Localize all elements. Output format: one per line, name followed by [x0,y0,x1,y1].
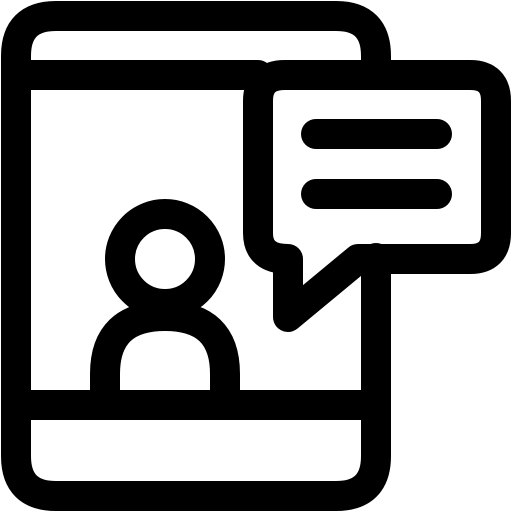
user-body [90,301,240,407]
mobile-chat-icon [1,1,511,511]
icon-canvas [0,0,512,512]
user-icon [90,199,240,407]
user-head [105,199,225,319]
